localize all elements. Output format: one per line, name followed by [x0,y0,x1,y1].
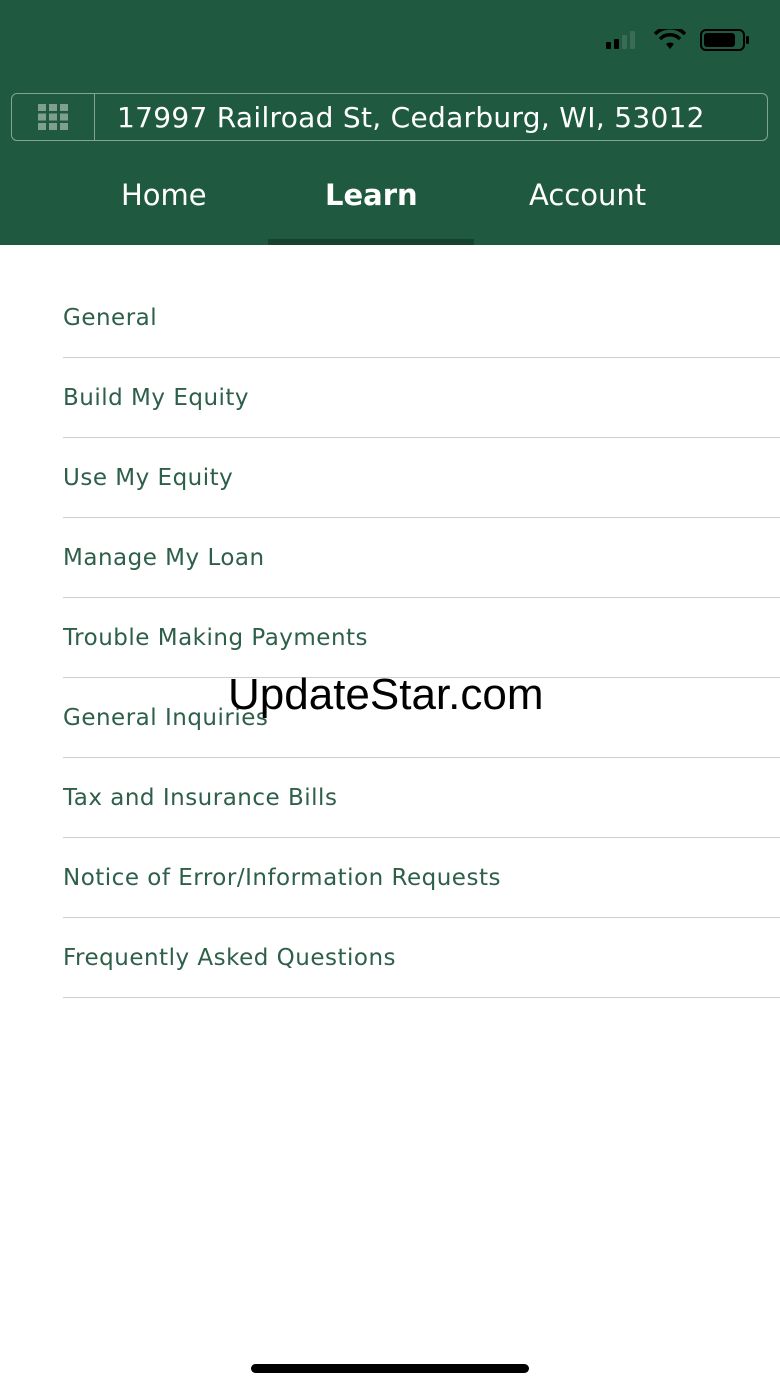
tab-account[interactable]: Account [529,170,646,220]
active-tab-indicator [268,239,474,245]
nav-tabs: Home Learn Account [0,170,780,220]
grid-icon [38,104,68,130]
list-item-build-my-equity[interactable]: Build My Equity [63,358,780,438]
list-item-manage-my-loan[interactable]: Manage My Loan [63,518,780,598]
list-item-notice-of-error[interactable]: Notice of Error/Information Requests [63,838,780,918]
list-item-faq[interactable]: Frequently Asked Questions [63,918,780,998]
list-item-use-my-equity[interactable]: Use My Equity [63,438,780,518]
learn-topics-list: General Build My Equity Use My Equity Ma… [63,278,780,998]
property-address: 17997 Railroad St, Cedarburg, WI, 53012 [117,100,705,134]
cellular-signal-icon [606,31,635,49]
tab-learn[interactable]: Learn [325,170,418,220]
battery-icon [700,29,749,51]
list-item-general[interactable]: General [63,278,780,358]
status-bar [606,28,750,52]
list-item-tax-and-insurance-bills[interactable]: Tax and Insurance Bills [63,758,780,838]
watermark-text: UpdateStar.com [228,670,544,719]
list-item-trouble-making-payments[interactable]: Trouble Making Payments [63,598,780,678]
home-indicator[interactable] [251,1364,529,1373]
app-header: 17997 Railroad St, Cedarburg, WI, 53012 … [0,0,780,245]
menu-grid-button[interactable] [12,94,95,140]
tab-home[interactable]: Home [121,170,207,220]
wifi-icon [654,29,686,49]
property-address-bar[interactable]: 17997 Railroad St, Cedarburg, WI, 53012 [11,93,768,141]
